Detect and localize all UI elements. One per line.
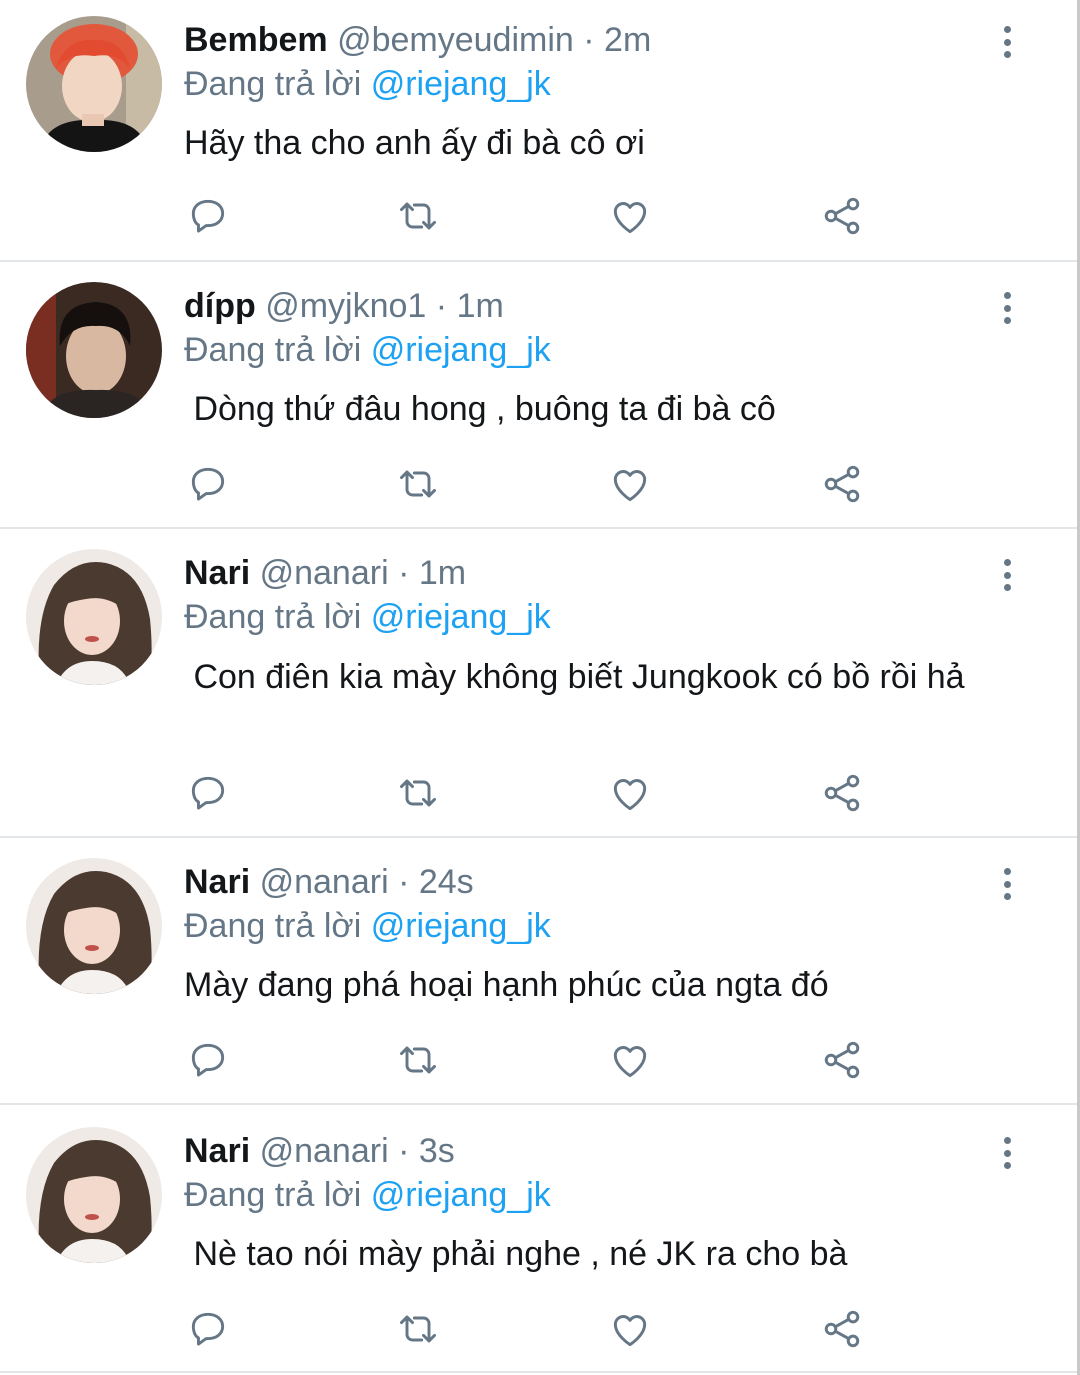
share-icon[interactable] — [818, 460, 866, 508]
author-name[interactable]: dípp — [184, 287, 256, 325]
replying-prefix: Đang trả lời — [184, 907, 371, 945]
retweet-icon[interactable] — [394, 1036, 442, 1084]
tweet[interactable]: Bembem @bemyeudimin · 2m Đang trả lời @r… — [0, 0, 1077, 262]
share-icon[interactable] — [818, 1305, 866, 1353]
retweet-icon[interactable] — [394, 769, 442, 817]
tweet[interactable]: Nari @nanari · 3s Đang trả lời @riejang_… — [0, 1105, 1077, 1373]
author-name[interactable]: Bembem — [184, 21, 328, 59]
author-name[interactable]: Nari — [184, 863, 250, 901]
tweet-text: Hãy tha cho anh ấy đi bà cô ơi — [184, 124, 645, 162]
replying-prefix: Đang trả lời — [184, 598, 371, 636]
replying-mention[interactable]: @riejang_jk — [371, 1176, 551, 1214]
author-handle[interactable]: @nanari — [260, 554, 389, 592]
more-vertical-icon[interactable] — [990, 288, 1024, 328]
reply-icon[interactable] — [184, 1036, 232, 1084]
tweet[interactable]: dípp @myjkno1 · 1m Đang trả lời @riejang… — [0, 262, 1077, 529]
reply-icon[interactable] — [184, 1305, 232, 1353]
reply-icon[interactable] — [184, 769, 232, 817]
avatar[interactable] — [26, 549, 162, 685]
separator-dot: · — [398, 1132, 410, 1170]
tweet-feed: Bembem @bemyeudimin · 2m Đang trả lời @r… — [0, 0, 1080, 1375]
like-icon[interactable] — [606, 192, 654, 240]
more-vertical-icon[interactable] — [990, 1133, 1024, 1173]
share-icon[interactable] — [818, 1036, 866, 1084]
like-icon[interactable] — [606, 460, 654, 508]
more-vertical-icon[interactable] — [990, 22, 1024, 62]
like-icon[interactable] — [606, 769, 654, 817]
replying-to: Đang trả lời @riejang_jk — [184, 906, 551, 946]
tweet[interactable]: Nari @nanari · 1m Đang trả lời @riejang_… — [0, 529, 1077, 838]
author-handle[interactable]: @myjkno1 — [265, 287, 426, 325]
avatar[interactable] — [26, 858, 162, 994]
timestamp[interactable]: 24s — [419, 863, 474, 901]
like-icon[interactable] — [606, 1305, 654, 1353]
like-icon[interactable] — [606, 1036, 654, 1084]
retweet-icon[interactable] — [394, 460, 442, 508]
reply-icon[interactable] — [184, 192, 232, 240]
more-vertical-icon[interactable] — [990, 555, 1024, 595]
replying-prefix: Đang trả lời — [184, 65, 371, 103]
tweet[interactable]: Nari @nanari · 24s Đang trả lời @riejang… — [0, 838, 1077, 1105]
separator-dot: · — [398, 863, 410, 901]
tweet-text: Dòng thứ đâu hong , buông ta đi bà cô — [184, 390, 776, 428]
replying-mention[interactable]: @riejang_jk — [371, 907, 551, 945]
reply-icon[interactable] — [184, 460, 232, 508]
replying-prefix: Đang trả lời — [184, 331, 371, 369]
retweet-icon[interactable] — [394, 192, 442, 240]
replying-prefix: Đang trả lời — [184, 1176, 371, 1214]
replying-to: Đang trả lời @riejang_jk — [184, 64, 551, 104]
author-handle[interactable]: @nanari — [260, 863, 389, 901]
replying-to: Đang trả lời @riejang_jk — [184, 1175, 551, 1215]
tweet-text: Nè tao nói mày phải nghe , né JK ra cho … — [184, 1235, 848, 1273]
retweet-icon[interactable] — [394, 1305, 442, 1353]
replying-to: Đang trả lời @riejang_jk — [184, 597, 551, 637]
replying-to: Đang trả lời @riejang_jk — [184, 330, 551, 370]
author-name[interactable]: Nari — [184, 1132, 250, 1170]
separator-dot: · — [435, 287, 448, 325]
avatar[interactable] — [26, 16, 162, 152]
avatar[interactable] — [26, 282, 162, 418]
author-handle[interactable]: @nanari — [260, 1132, 389, 1170]
timestamp[interactable]: 1m — [419, 554, 466, 592]
avatar[interactable] — [26, 1127, 162, 1263]
share-icon[interactable] — [818, 192, 866, 240]
replying-mention[interactable]: @riejang_jk — [371, 331, 551, 369]
separator-dot: · — [583, 21, 595, 59]
author-name[interactable]: Nari — [184, 554, 250, 592]
timestamp[interactable]: 1m — [457, 287, 504, 325]
tweet-text: Mày đang phá hoại hạnh phúc của ngta đó — [184, 966, 829, 1004]
tweet-text: Con điên kia mày không biết Jungkook có … — [184, 658, 965, 696]
timestamp[interactable]: 2m — [604, 21, 651, 59]
timestamp[interactable]: 3s — [419, 1132, 455, 1170]
separator-dot: · — [398, 554, 410, 592]
more-vertical-icon[interactable] — [990, 864, 1024, 904]
share-icon[interactable] — [818, 769, 866, 817]
author-handle[interactable]: @bemyeudimin — [337, 21, 574, 59]
replying-mention[interactable]: @riejang_jk — [371, 65, 551, 103]
replying-mention[interactable]: @riejang_jk — [371, 598, 551, 636]
